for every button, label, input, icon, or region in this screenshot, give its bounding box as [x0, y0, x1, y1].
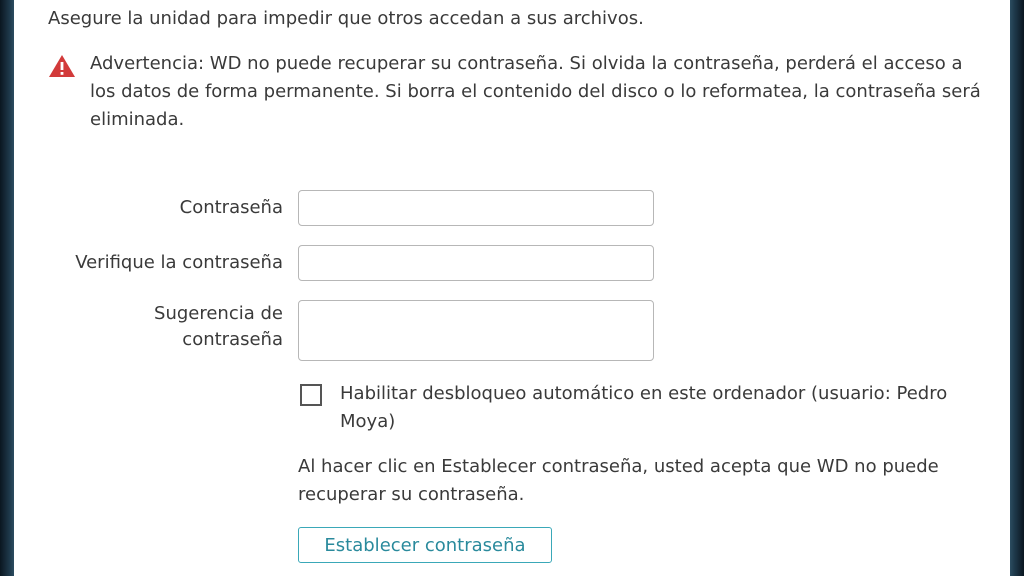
security-settings-panel: Asegure la unidad para impedir que otros…: [14, 0, 1010, 576]
window-frame-right: [1010, 0, 1024, 576]
intro-text: Asegure la unidad para impedir que otros…: [48, 8, 644, 29]
password-label: Contraseña: [179, 197, 283, 218]
password-input[interactable]: [298, 190, 654, 226]
verify-password-label: Verifique la contraseña: [75, 252, 283, 273]
auto-unlock-label[interactable]: Habilitar desbloqueo automático en este …: [340, 380, 990, 436]
window-frame-left: [0, 0, 14, 576]
password-hint-input[interactable]: [298, 300, 654, 361]
verify-password-input[interactable]: [298, 245, 654, 281]
password-hint-label: Sugerencia de contraseña: [154, 303, 283, 350]
warning-triangle-icon: [48, 54, 76, 78]
auto-unlock-checkbox[interactable]: [300, 384, 322, 406]
warning-text: Advertencia: WD no puede recuperar su co…: [90, 53, 981, 130]
acceptance-notice: Al hacer clic en Establecer contraseña, …: [298, 456, 939, 505]
set-password-button[interactable]: Establecer contraseña: [298, 527, 552, 563]
